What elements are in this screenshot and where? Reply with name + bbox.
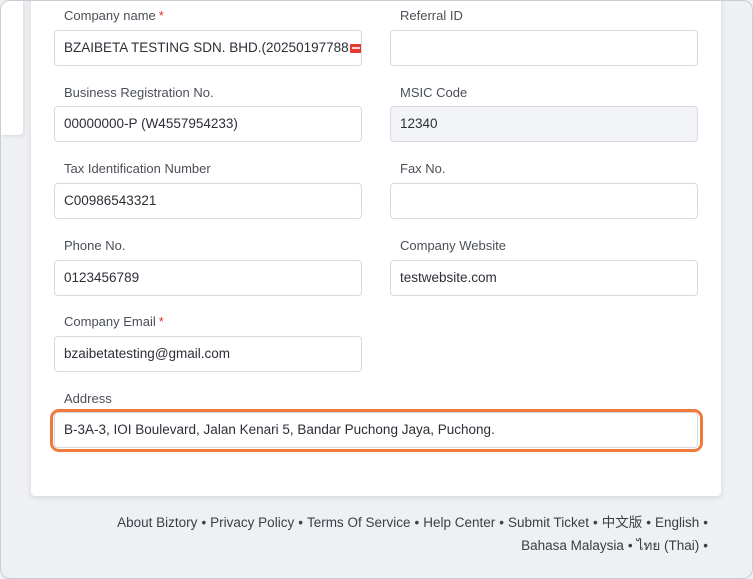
business-registration-input[interactable]: 00000000-P (W4557954233)	[54, 106, 362, 142]
fax-input[interactable]	[390, 183, 698, 219]
footer-link-submit-ticket[interactable]: Submit Ticket	[508, 515, 589, 530]
footer-link-english[interactable]: English	[655, 515, 699, 530]
flag-icon	[349, 44, 361, 53]
msic-code-input[interactable]: 12340	[390, 106, 698, 142]
tax-id-label: Tax Identification Number	[64, 161, 211, 176]
footer-link-privacy[interactable]: Privacy Policy	[210, 515, 294, 530]
required-mark: *	[158, 314, 164, 329]
phone-input[interactable]: 0123456789	[54, 260, 362, 296]
footer-link-malay[interactable]: Bahasa Malaysia	[521, 538, 624, 553]
side-panel	[1, 1, 23, 135]
referral-id-input[interactable]	[390, 30, 698, 66]
address-highlight-outline	[50, 409, 703, 452]
referral-id-label: Referral ID	[400, 8, 463, 23]
page-frame: Company name * BZAIBETA TESTING SDN. BHD.…	[0, 0, 753, 579]
business-registration-label: Business Registration No.	[64, 85, 214, 100]
footer-link-terms[interactable]: Terms Of Service	[307, 515, 411, 530]
footer-links-row-1: About Biztory • Privacy Policy • Terms Of Se…	[117, 515, 708, 530]
fax-label: Fax No.	[400, 161, 446, 176]
footer-link-about[interactable]: About Biztory	[117, 515, 197, 530]
footer-links-row-2: Bahasa Malaysia • ไทย (Thai) •	[521, 538, 708, 553]
company-name-label: Company name *	[64, 8, 164, 23]
msic-code-label: MSIC Code	[400, 85, 468, 100]
footer-link-thai[interactable]: ไทย (Thai)	[637, 538, 700, 553]
footer-link-chinese[interactable]: 中文版	[602, 515, 643, 530]
phone-label: Phone No.	[64, 238, 126, 253]
company-name-input[interactable]: BZAIBETA TESTING SDN. BHD.(20250197788	[54, 30, 362, 66]
website-label: Company Website	[400, 238, 506, 253]
tax-id-input[interactable]: C00986543321	[54, 183, 362, 219]
email-label: Company Email *	[64, 314, 164, 329]
email-input[interactable]: bzaibetatesting@gmail.com	[54, 336, 362, 372]
footer-link-help[interactable]: Help Center	[423, 515, 495, 530]
address-label: Address	[64, 391, 112, 406]
website-input[interactable]: testwebsite.com	[390, 260, 698, 296]
required-mark: *	[158, 8, 164, 23]
